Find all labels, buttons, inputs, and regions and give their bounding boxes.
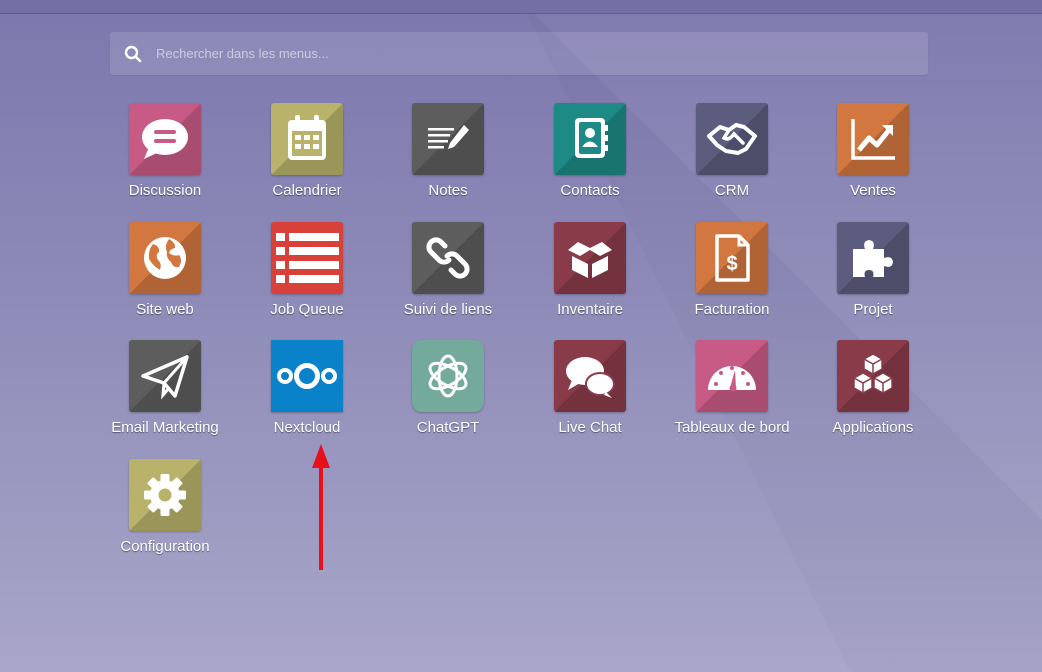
- menu-search-bar[interactable]: [110, 32, 928, 75]
- app-label: Live Chat: [558, 419, 622, 436]
- app-tile[interactable]: [412, 222, 484, 294]
- app-job-queue[interactable]: Job Queue: [237, 222, 377, 332]
- openai-logo-icon: [428, 354, 468, 398]
- app-label: Contacts: [560, 182, 620, 199]
- app-tile[interactable]: [554, 340, 626, 412]
- app-crm[interactable]: CRM: [662, 103, 802, 213]
- app-label: Configuration: [120, 538, 210, 555]
- app-calendrier[interactable]: Calendrier: [237, 103, 377, 213]
- puzzle-icon: [853, 240, 893, 277]
- app-label: CRM: [714, 182, 750, 199]
- chart-up-icon: [851, 119, 895, 160]
- chat-bubble-icon: [142, 119, 188, 159]
- app-tile[interactable]: [837, 103, 909, 175]
- app-site-web[interactable]: Site web: [95, 222, 235, 332]
- app-label: Suivi de liens: [403, 301, 493, 318]
- app-tile[interactable]: [271, 103, 343, 175]
- app-label: ChatGPT: [416, 419, 480, 436]
- app-tile[interactable]: [271, 222, 343, 294]
- app-tableaux-de-bord[interactable]: Tableaux de bord: [662, 340, 802, 450]
- app-tile[interactable]: [837, 340, 909, 412]
- app-tile[interactable]: $: [696, 222, 768, 294]
- address-book-icon: [575, 118, 608, 158]
- app-label: Job Queue: [270, 301, 344, 318]
- app-suivi-de-liens[interactable]: Suivi de liens: [378, 222, 518, 332]
- app-tile[interactable]: [412, 340, 484, 412]
- app-label: Discussion: [128, 182, 202, 199]
- app-tile[interactable]: [837, 222, 909, 294]
- app-label: Tableaux de bord: [674, 419, 790, 436]
- app-facturation[interactable]: $ Facturation: [662, 222, 802, 332]
- app-tile[interactable]: [554, 103, 626, 175]
- chat-bubbles-icon: [566, 357, 615, 398]
- nextcloud-logo-icon: [277, 363, 337, 389]
- app-applications[interactable]: Applications: [803, 340, 943, 450]
- app-tile[interactable]: [129, 340, 201, 412]
- app-tile[interactable]: [129, 103, 201, 175]
- app-tile[interactable]: [696, 340, 768, 412]
- top-navbar-edge: [0, 0, 1042, 14]
- globe-icon: [144, 237, 186, 279]
- svg-text:$: $: [726, 253, 737, 275]
- box-icon: [568, 242, 612, 278]
- app-nextcloud[interactable]: Nextcloud: [237, 340, 377, 450]
- paper-plane-icon: [141, 355, 189, 400]
- background-diagonal: [0, 0, 1042, 672]
- notes-pen-icon: [428, 125, 469, 149]
- app-label: Notes: [428, 182, 468, 199]
- app-chatgpt[interactable]: ChatGPT: [378, 340, 518, 450]
- app-label: Site web: [136, 301, 194, 318]
- link-icon: [426, 237, 470, 279]
- app-projet[interactable]: Projet: [803, 222, 943, 332]
- app-ventes[interactable]: Ventes: [803, 103, 943, 213]
- app-label: Email Marketing: [111, 419, 219, 436]
- list-icon: [276, 233, 339, 283]
- app-label: Ventes: [850, 182, 896, 199]
- app-label: Facturation: [694, 301, 770, 318]
- app-inventaire[interactable]: Inventaire: [520, 222, 660, 332]
- handshake-icon: [707, 123, 757, 155]
- app-discussion[interactable]: Discussion: [95, 103, 235, 213]
- gear-icon: [144, 474, 186, 516]
- gauge-icon: [708, 366, 756, 392]
- app-configuration[interactable]: Configuration: [95, 459, 235, 569]
- app-tile[interactable]: [412, 103, 484, 175]
- app-notes[interactable]: Notes: [378, 103, 518, 213]
- app-contacts[interactable]: Contacts: [520, 103, 660, 213]
- search-icon: [123, 44, 143, 64]
- app-tile[interactable]: [271, 340, 343, 412]
- red-arrow-annotation: [312, 444, 330, 570]
- app-tile[interactable]: [554, 222, 626, 294]
- app-label: Calendrier: [272, 182, 342, 199]
- app-label: Nextcloud: [273, 419, 341, 436]
- app-label: Projet: [853, 301, 893, 318]
- search-input[interactable]: [154, 37, 858, 70]
- calendar-icon: [288, 115, 326, 160]
- app-tile[interactable]: [129, 459, 201, 531]
- app-tile[interactable]: [129, 222, 201, 294]
- app-tile[interactable]: [696, 103, 768, 175]
- app-label: Applications: [832, 419, 914, 436]
- app-label: Inventaire: [557, 301, 623, 318]
- app-email-marketing[interactable]: Email Marketing: [95, 340, 235, 450]
- cubes-icon: [853, 353, 893, 394]
- invoice-dollar-icon: $: [715, 234, 750, 282]
- app-live-chat[interactable]: Live Chat: [520, 340, 660, 450]
